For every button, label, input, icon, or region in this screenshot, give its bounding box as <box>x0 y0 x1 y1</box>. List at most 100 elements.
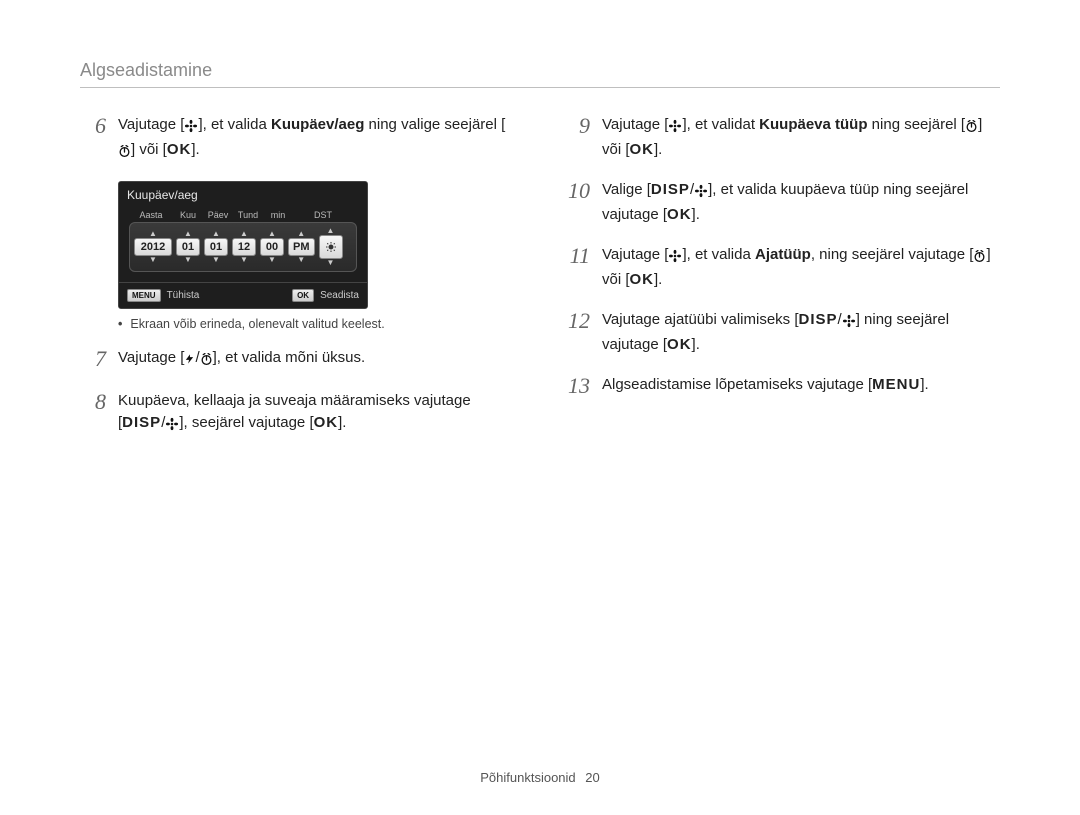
bullet-icon: • <box>118 317 122 331</box>
disp-label: DISP <box>651 181 690 198</box>
step-text: Vajutage [/], et valida mõni üksus. <box>118 347 516 372</box>
macro-flower-icon <box>842 311 856 334</box>
disp-label: DISP <box>799 311 838 328</box>
spinner-day: ▲01▼ <box>204 230 228 264</box>
camera-lcd-preview: Kuupäev/aeg Aasta Kuu Päev Tund min DST … <box>118 181 368 309</box>
ok-label: OK <box>667 336 692 353</box>
step-number: 7 <box>80 347 106 371</box>
label-dst: DST <box>295 210 355 220</box>
footer-page-number: 20 <box>585 770 599 785</box>
lcd-spinner-row: ▲2012▼ ▲01▼ ▲01▼ ▲12▼ ▲00▼ ▲PM▼ ▲▼ <box>129 222 357 272</box>
value-month: 01 <box>176 238 200 256</box>
step-7: 7 Vajutage [/], et valida mõni üksus. <box>80 347 516 372</box>
ok-label: OK <box>167 141 192 158</box>
step-text: Vajutage [], et valida Kuupäev/aeg ning … <box>118 114 516 163</box>
step-12: 12 Vajutage ajatüübi valimiseks [DISP/] … <box>564 309 1000 356</box>
disp-label: DISP <box>122 414 161 431</box>
menu-key-icon: MENU <box>127 289 161 302</box>
spinner-min: ▲00▼ <box>260 230 284 264</box>
value-ampm: PM <box>288 238 315 256</box>
page-title: Algseadistamine <box>80 60 1000 81</box>
lcd-set-label: Seadista <box>320 290 359 301</box>
self-timer-icon <box>973 246 986 269</box>
step-number: 11 <box>564 244 590 268</box>
value-hour: 12 <box>232 238 256 256</box>
note-text: Ekraan võib erineda, olenevalt valitud k… <box>130 317 384 331</box>
ok-key-icon: OK <box>292 289 314 302</box>
spinner-dst: ▲▼ <box>319 227 343 267</box>
self-timer-icon <box>200 349 213 372</box>
down-arrow-icon: ▼ <box>297 256 305 264</box>
note-list: • Ekraan võib erineda, olenevalt valitud… <box>118 317 516 331</box>
sun-icon <box>319 235 343 259</box>
ok-label: OK <box>667 206 692 223</box>
label-day: Päev <box>205 210 231 220</box>
label-month: Kuu <box>175 210 201 220</box>
down-arrow-icon: ▼ <box>240 256 248 264</box>
lcd-set: OK Seadista <box>292 289 359 302</box>
footer-section: Põhifunktsioonid <box>480 770 575 785</box>
lcd-spinner-area: Aasta Kuu Päev Tund min DST ▲2012▼ ▲01▼ … <box>119 206 367 282</box>
note-item: • Ekraan võib erineda, olenevalt valitud… <box>118 317 516 331</box>
spinner-ampm: ▲PM▼ <box>288 230 315 264</box>
value-day: 01 <box>204 238 228 256</box>
macro-flower-icon <box>694 181 708 204</box>
step-number: 13 <box>564 374 590 398</box>
value-year: 2012 <box>134 238 172 256</box>
step-10: 10 Valige [DISP/], et valida kuupäeva tü… <box>564 179 1000 226</box>
step-number: 6 <box>80 114 106 138</box>
spinner-year: ▲2012▼ <box>134 230 172 264</box>
self-timer-icon <box>965 116 978 139</box>
step-13: 13 Algseadistamise lõpetamiseks vajutage… <box>564 374 1000 398</box>
up-arrow-icon: ▲ <box>212 230 220 238</box>
down-arrow-icon: ▼ <box>327 259 335 267</box>
up-arrow-icon: ▲ <box>268 230 276 238</box>
ok-label: OK <box>314 414 339 431</box>
divider <box>80 87 1000 88</box>
macro-flower-icon <box>165 414 179 437</box>
step-number: 10 <box>564 179 590 203</box>
lcd-column-labels: Aasta Kuu Päev Tund min DST <box>129 210 357 220</box>
macro-flower-icon <box>184 116 198 139</box>
step-text: Vajutage ajatüübi valimiseks [DISP/] nin… <box>602 309 1000 356</box>
lcd-cancel: MENU Tühista <box>127 289 199 302</box>
down-arrow-icon: ▼ <box>149 256 157 264</box>
down-arrow-icon: ▼ <box>268 256 276 264</box>
step-6: 6 Vajutage [], et valida Kuupäev/aeg nin… <box>80 114 516 163</box>
label-min: min <box>265 210 291 220</box>
lcd-cancel-label: Tühista <box>167 290 200 301</box>
step-text: Vajutage [], et validat Kuupäeva tüüp ni… <box>602 114 1000 161</box>
macro-flower-icon <box>668 246 682 269</box>
step-number: 12 <box>564 309 590 333</box>
down-arrow-icon: ▼ <box>212 256 220 264</box>
spinner-month: ▲01▼ <box>176 230 200 264</box>
up-arrow-icon: ▲ <box>184 230 192 238</box>
down-arrow-icon: ▼ <box>184 256 192 264</box>
step-9: 9 Vajutage [], et validat Kuupäeva tüüp … <box>564 114 1000 161</box>
up-arrow-icon: ▲ <box>297 230 305 238</box>
self-timer-icon <box>118 141 131 164</box>
step-number: 9 <box>564 114 590 138</box>
step-8: 8 Kuupäeva, kellaaja ja suveaja määramis… <box>80 390 516 437</box>
up-arrow-icon: ▲ <box>240 230 248 238</box>
page-footer: Põhifunktsioonid 20 <box>0 770 1080 785</box>
up-arrow-icon: ▲ <box>327 227 335 235</box>
up-arrow-icon: ▲ <box>149 230 157 238</box>
step-text: Algseadistamise lõpetamiseks vajutage [M… <box>602 374 1000 397</box>
step-text: Kuupäeva, kellaaja ja suveaja määramisek… <box>118 390 516 437</box>
lcd-title: Kuupäev/aeg <box>119 182 367 206</box>
step-number: 8 <box>80 390 106 414</box>
manual-page: Algseadistamine 6 Vajutage [], et valida… <box>0 0 1080 815</box>
left-column: 6 Vajutage [], et valida Kuupäev/aeg nin… <box>80 114 516 455</box>
right-column: 9 Vajutage [], et validat Kuupäeva tüüp … <box>564 114 1000 455</box>
value-min: 00 <box>260 238 284 256</box>
label-year: Aasta <box>131 210 171 220</box>
step-11: 11 Vajutage [], et valida Ajatüüp, ning … <box>564 244 1000 291</box>
lcd-footer: MENU Tühista OK Seadista <box>119 282 367 308</box>
label-hour: Tund <box>235 210 261 220</box>
flash-icon <box>184 349 195 372</box>
step-text: Valige [DISP/], et valida kuupäeva tüüp … <box>602 179 1000 226</box>
step-text: Vajutage [], et valida Ajatüüp, ning see… <box>602 244 1000 291</box>
spinner-hour: ▲12▼ <box>232 230 256 264</box>
macro-flower-icon <box>668 116 682 139</box>
